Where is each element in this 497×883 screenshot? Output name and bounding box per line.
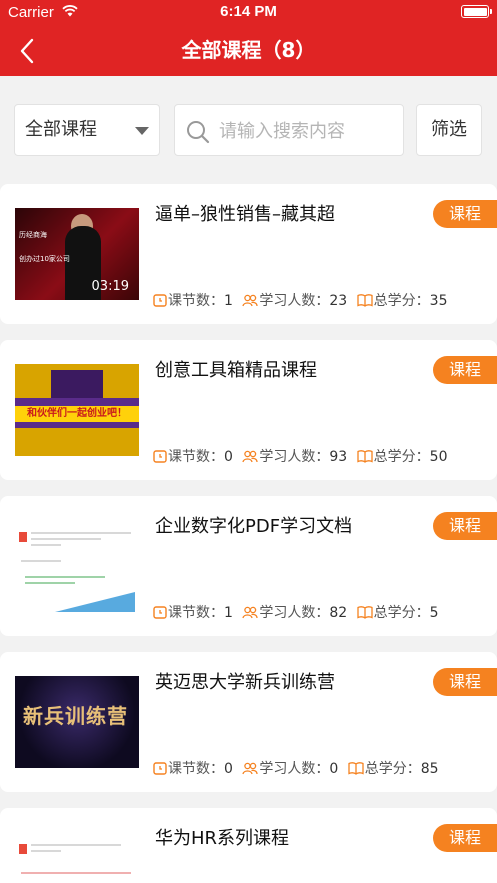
search-input[interactable] bbox=[219, 115, 395, 147]
credits-label: 总学分： bbox=[373, 293, 430, 309]
learners-icon bbox=[242, 762, 259, 775]
course-card[interactable]: 历经商海 创办过10家公司 03:19 逼单–狼性销售–藏其超 课程 课节数：1… bbox=[0, 184, 497, 324]
course-thumbnail bbox=[15, 520, 139, 612]
course-title: 创意工具箱精品课程 bbox=[155, 360, 317, 381]
course-thumbnail: 历经商海 创办过10家公司 03:19 bbox=[15, 208, 139, 300]
learners-label: 学习人数： bbox=[259, 605, 330, 621]
learners-icon bbox=[242, 450, 259, 463]
book-icon bbox=[357, 606, 373, 619]
book-icon bbox=[357, 294, 373, 307]
credits-label: 总学分： bbox=[364, 761, 421, 777]
course-stats: 课节数：0 学习人数：0 总学分：85 bbox=[153, 758, 444, 778]
credits-count: 35 bbox=[429, 293, 448, 309]
course-tag: 课程 bbox=[433, 824, 497, 852]
learners-count: 23 bbox=[329, 293, 348, 309]
course-card[interactable]: 新兵训练营 英迈思大学新兵训练营 课程 课节数：0 学习人数：0 总学分：85 bbox=[0, 652, 497, 792]
credits-count: 50 bbox=[429, 449, 448, 465]
book-icon bbox=[348, 762, 364, 775]
learners-label: 学习人数： bbox=[259, 761, 330, 777]
credits-count: 5 bbox=[429, 605, 439, 621]
nav-bar: Carrier 6:14 PM 全部课程（8） bbox=[0, 0, 497, 76]
course-title: 华为HR系列课程 bbox=[155, 828, 290, 849]
course-card[interactable]: 华为HR系列课程 课程 bbox=[0, 808, 497, 883]
book-icon bbox=[357, 450, 373, 463]
category-select-value: 全部课程 bbox=[25, 119, 97, 140]
credits-label: 总学分： bbox=[373, 449, 430, 465]
learners-count: 93 bbox=[329, 449, 348, 465]
lessons-label: 课节数： bbox=[168, 761, 224, 777]
lessons-count: 1 bbox=[224, 293, 233, 309]
course-card[interactable]: 企业数字化PDF学习文档 课程 课节数：1 学习人数：82 总学分：5 bbox=[0, 496, 497, 636]
lessons-count: 0 bbox=[224, 761, 233, 777]
course-tag: 课程 bbox=[433, 512, 497, 540]
thumbnail-banner: 新兵训练营 bbox=[23, 704, 128, 728]
search-box[interactable] bbox=[174, 104, 404, 156]
pdf-file-icon bbox=[19, 532, 27, 542]
course-tag: 课程 bbox=[433, 668, 497, 696]
lessons-count: 0 bbox=[224, 449, 233, 465]
status-time: 6:14 PM bbox=[220, 3, 277, 20]
battery-icon bbox=[461, 5, 492, 18]
learners-label: 学习人数： bbox=[259, 449, 330, 465]
learners-count: 82 bbox=[329, 605, 348, 621]
thumbnail-banner: 和伙伴们一起创业吧！ bbox=[15, 406, 139, 422]
course-stats: 课节数：1 学习人数：82 总学分：5 bbox=[153, 602, 444, 622]
clock-icon bbox=[153, 762, 167, 775]
course-tag: 课程 bbox=[433, 356, 497, 384]
caret-down-icon bbox=[135, 127, 149, 135]
credits-count: 85 bbox=[420, 761, 439, 777]
learners-icon bbox=[242, 294, 259, 307]
video-duration: 03:19 bbox=[91, 279, 129, 294]
course-thumbnail: 和伙伴们一起创业吧！ bbox=[15, 364, 139, 456]
pdf-file-icon bbox=[19, 844, 27, 854]
course-title: 英迈思大学新兵训练营 bbox=[155, 672, 335, 693]
clock-icon bbox=[153, 450, 167, 463]
clock-icon bbox=[153, 606, 167, 619]
filter-bar: 全部课程 筛选 bbox=[0, 76, 497, 180]
lessons-count: 1 bbox=[224, 605, 233, 621]
course-tag: 课程 bbox=[433, 200, 497, 228]
learners-icon bbox=[242, 606, 259, 619]
category-select[interactable]: 全部课程 bbox=[14, 104, 160, 156]
course-title: 企业数字化PDF学习文档 bbox=[155, 516, 353, 537]
course-thumbnail: 新兵训练营 bbox=[15, 676, 139, 768]
course-title: 逼单–狼性销售–藏其超 bbox=[155, 204, 335, 225]
lessons-label: 课节数： bbox=[168, 293, 224, 309]
page-title: 全部课程（8） bbox=[181, 38, 316, 62]
clock-icon bbox=[153, 294, 167, 307]
learners-label: 学习人数： bbox=[259, 293, 330, 309]
course-stats: 课节数：0 学习人数：93 总学分：50 bbox=[153, 446, 452, 466]
filter-button[interactable]: 筛选 bbox=[416, 104, 482, 156]
credits-label: 总学分： bbox=[373, 605, 430, 621]
course-thumbnail bbox=[15, 832, 139, 883]
learners-count: 0 bbox=[329, 761, 339, 777]
status-bar: Carrier 6:14 PM bbox=[0, 0, 497, 24]
course-stats: 课节数：1 学习人数：23 总学分：35 bbox=[153, 290, 452, 310]
lessons-label: 课节数： bbox=[168, 605, 224, 621]
lessons-label: 课节数： bbox=[168, 449, 224, 465]
course-card[interactable]: 和伙伴们一起创业吧！ 创意工具箱精品课程 课程 课节数：0 学习人数：93 总学… bbox=[0, 340, 497, 480]
search-icon bbox=[187, 121, 210, 144]
